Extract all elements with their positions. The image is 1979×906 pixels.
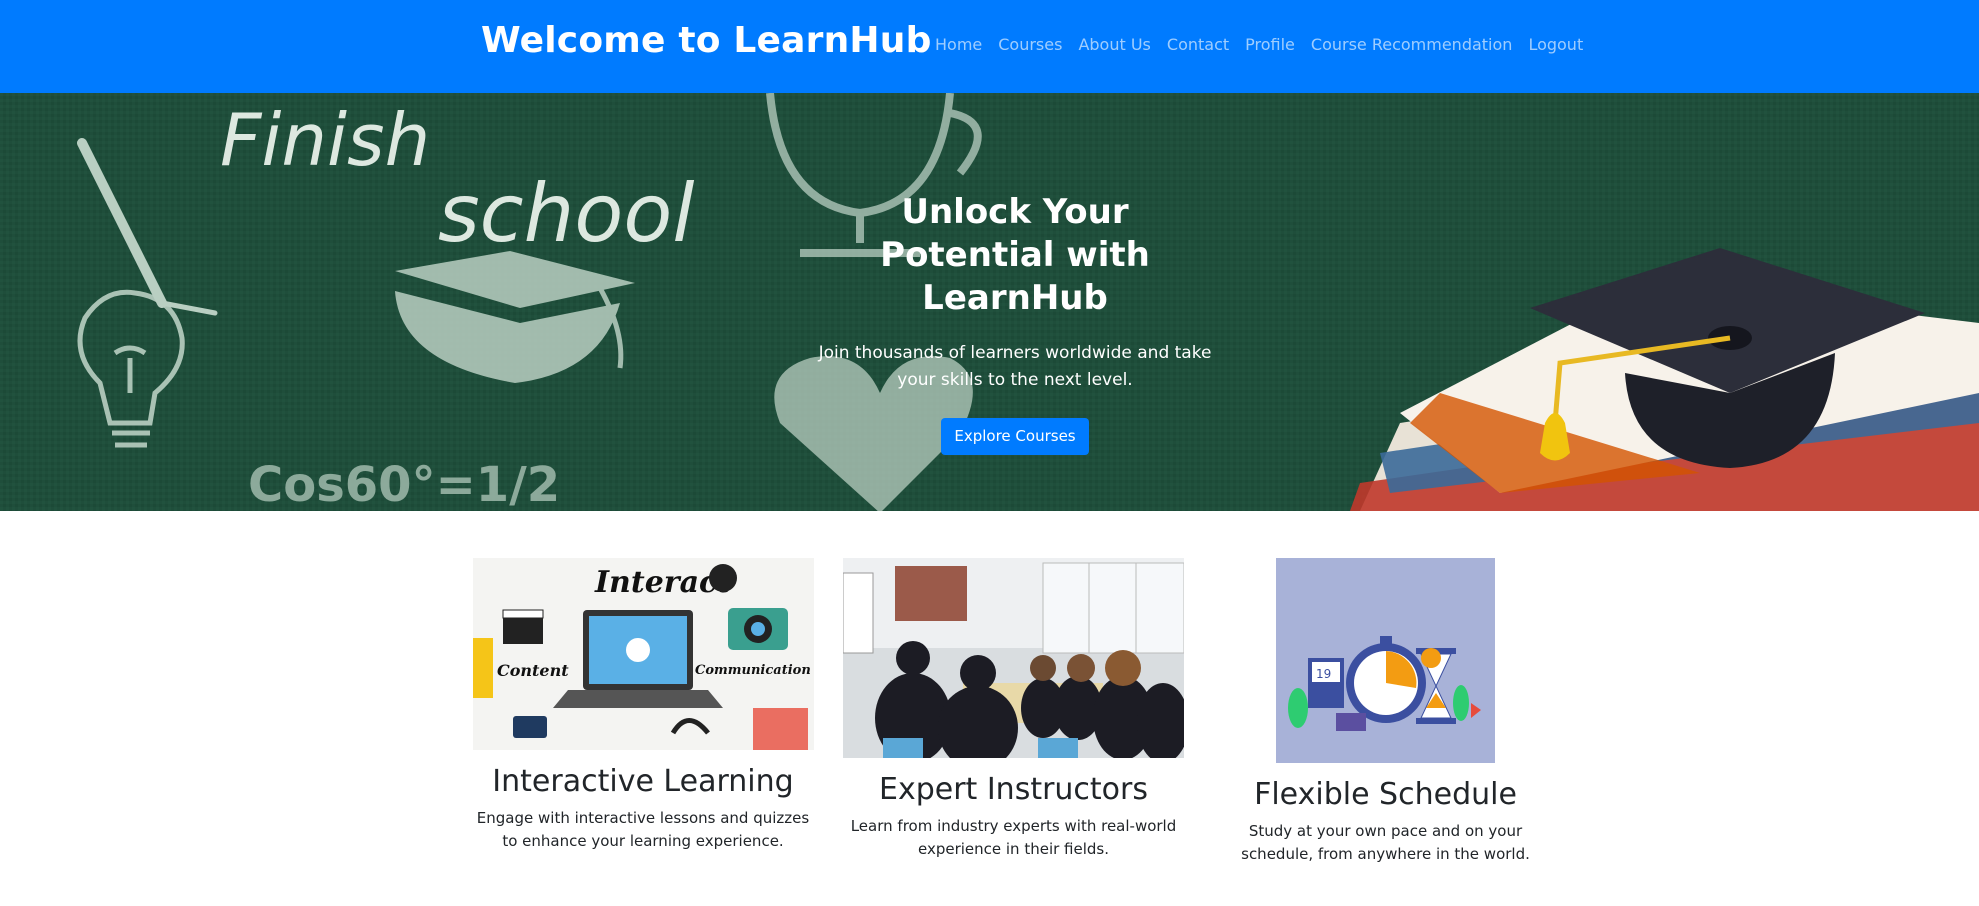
nav-links: Home Courses About Us Contact Profile Co… bbox=[935, 35, 1599, 54]
poster bbox=[895, 566, 967, 621]
window bbox=[1042, 562, 1184, 654]
feature-expert-instructors: Expert Instructors Learn from industry e… bbox=[843, 558, 1184, 861]
calendar-icon: 19 bbox=[1308, 658, 1344, 708]
nav-link-courses[interactable]: Courses bbox=[998, 35, 1062, 54]
phone-icon bbox=[513, 716, 547, 738]
feature-title: Flexible Schedule bbox=[1254, 777, 1517, 812]
explore-courses-button[interactable]: Explore Courses bbox=[941, 418, 1089, 455]
feature-description: Engage with interactive lessons and quiz… bbox=[476, 809, 810, 850]
chalk-formula: Cos60°=1/2 bbox=[248, 457, 560, 511]
feature-title: Expert Instructors bbox=[878, 772, 1149, 807]
feature-flexible-schedule: 19 Flexible Schedule Study at your own p… bbox=[1213, 558, 1558, 866]
calendar-date: 19 bbox=[1316, 667, 1331, 681]
hero-content: Unlock Your Potential with LearnHub Join… bbox=[815, 191, 1215, 455]
navbar: Welcome to LearnHub Home Courses About U… bbox=[0, 0, 1979, 93]
expert-instructors-image bbox=[843, 558, 1184, 758]
content-word: Content bbox=[497, 661, 569, 680]
hero-subtitle: Join thousands of learners worldwide and… bbox=[818, 343, 1212, 390]
chair bbox=[1038, 738, 1078, 758]
camera-icon bbox=[728, 608, 788, 650]
hero-title: Unlock Your Potential with LearnHub bbox=[880, 192, 1150, 318]
box-icon bbox=[1336, 713, 1366, 731]
brand-title[interactable]: Welcome to LearnHub bbox=[481, 20, 932, 61]
clapboard-icon bbox=[502, 609, 544, 644]
hand-icon bbox=[753, 708, 808, 750]
nav-link-about-us[interactable]: About Us bbox=[1078, 35, 1150, 54]
whiteboard bbox=[843, 572, 874, 654]
feature-interactive-learning: Interact Content Communication Interacti… bbox=[473, 558, 814, 853]
feature-description: Learn from industry experts with real-wo… bbox=[850, 817, 1177, 858]
nav-link-contact[interactable]: Contact bbox=[1167, 35, 1229, 54]
feature-title: Interactive Learning bbox=[492, 764, 794, 799]
heart-icon bbox=[1421, 648, 1441, 668]
nav-link-profile[interactable]: Profile bbox=[1245, 35, 1295, 54]
interactive-learning-image: Interact Content Communication bbox=[473, 558, 814, 750]
flexible-schedule-image: 19 bbox=[1276, 558, 1495, 763]
nav-link-home[interactable]: Home bbox=[935, 35, 982, 54]
chair bbox=[883, 738, 923, 758]
nav-link-course-recommendation[interactable]: Course Recommendation bbox=[1311, 35, 1513, 54]
chalk-text-finish: Finish bbox=[220, 98, 430, 182]
nav-link-logout[interactable]: Logout bbox=[1528, 35, 1583, 54]
chalk-text-school: school bbox=[438, 167, 694, 260]
feature-description: Study at your own pace and on your sched… bbox=[1241, 822, 1530, 863]
communication-word: Communication bbox=[695, 663, 811, 678]
hero-banner: Finish school Cos60°=1/2 Unlock Your Pot… bbox=[0, 93, 1979, 511]
disc-icon bbox=[709, 564, 737, 592]
